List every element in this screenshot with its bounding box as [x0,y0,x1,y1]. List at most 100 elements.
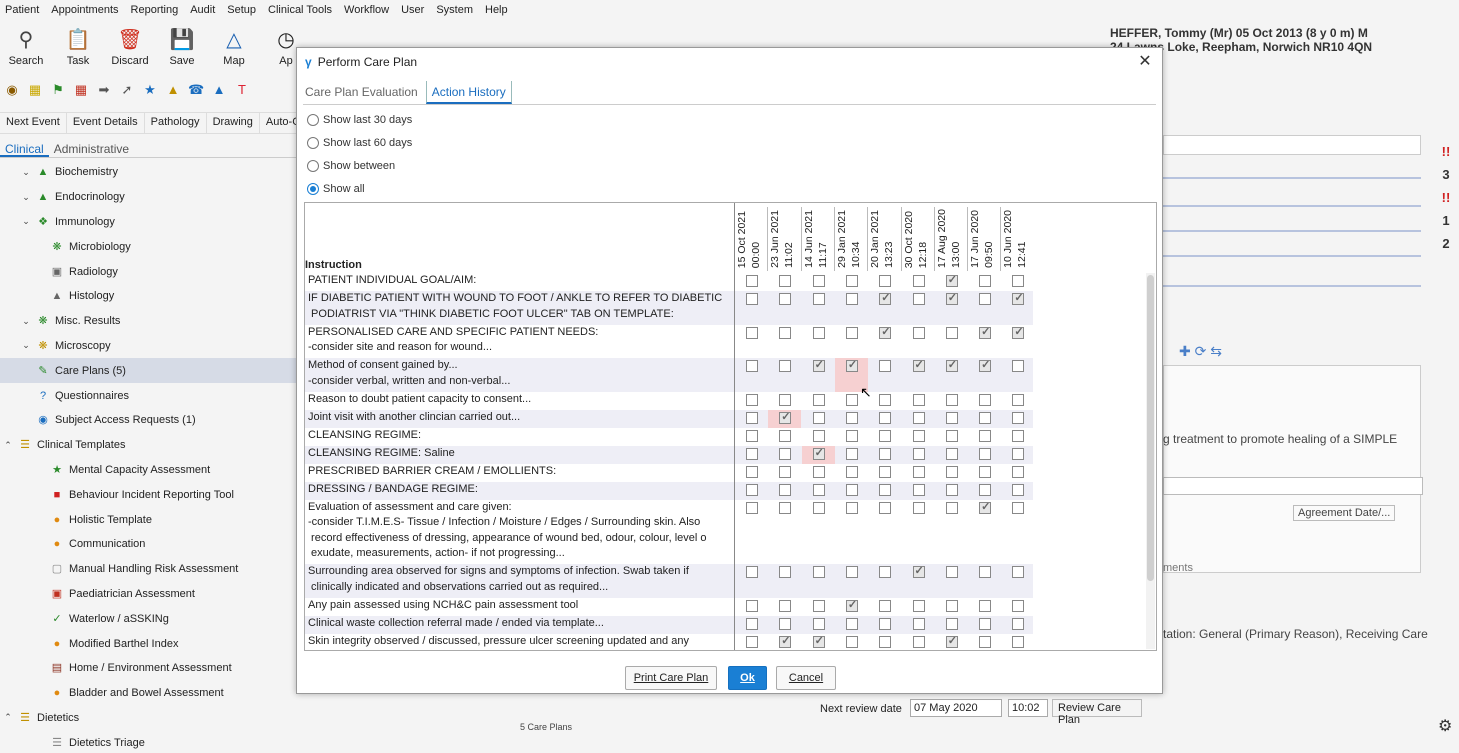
checkbox[interactable] [1012,411,1025,424]
checkbox[interactable] [812,275,825,287]
tool-icon[interactable]: ⚑ [50,82,66,98]
toolbar-button[interactable]: ⚲ Search [0,22,52,72]
tree-item[interactable]: ▣ Paediatrician Assessment [0,582,300,607]
tool-icon[interactable]: T [234,82,250,98]
checkbox[interactable] [812,326,825,339]
radio-button[interactable] [307,183,319,195]
tab-clinical[interactable]: Clinical [0,140,49,157]
checkbox[interactable] [912,393,925,406]
checkbox[interactable] [945,465,958,478]
tree-item[interactable]: ■ Behaviour Incident Reporting Tool [0,482,300,507]
checkbox[interactable] [1012,617,1025,630]
checkbox[interactable] [979,447,992,460]
toolbar-button[interactable]: 📋 Task [52,22,104,72]
tab-care-plan-evaluation[interactable]: Care Plan Evaluation [303,81,420,104]
checkbox[interactable] [746,501,758,514]
radio-show-last-60-days[interactable]: Show last 60 days [307,134,412,152]
checkbox[interactable] [1012,501,1025,514]
checkbox[interactable] [845,465,858,478]
checkbox[interactable] [1012,275,1025,287]
menu-item[interactable]: User [401,4,424,16]
tree-item[interactable]: ★ Mental Capacity Assessment [0,458,300,483]
expand-chevron-icon[interactable]: ⌃ [2,712,14,723]
checkbox[interactable] [845,566,858,578]
checkbox[interactable] [746,635,758,648]
checkbox[interactable] [1012,465,1025,478]
checkbox[interactable] [879,447,892,460]
expand-chevron-icon[interactable]: ⌄ [20,216,32,227]
checkbox[interactable] [879,275,892,287]
checkbox[interactable] [912,635,925,648]
checkbox[interactable] [746,411,758,424]
checkbox[interactable] [812,617,825,630]
checkbox[interactable] [746,293,758,305]
next-review-date-field[interactable]: 07 May 2020 [910,699,1002,717]
tree-item[interactable]: ● Holistic Template [0,507,300,532]
checkbox-checked[interactable] [812,358,825,374]
checkbox[interactable] [779,599,792,612]
checkbox-checked[interactable] [912,564,925,580]
radio-button[interactable] [307,160,319,172]
checkbox-checked[interactable] [979,325,992,340]
checkbox[interactable] [979,599,992,612]
checkbox[interactable] [845,393,858,406]
menu-item[interactable]: Appointments [51,4,118,16]
checkbox[interactable] [879,566,892,578]
checkbox[interactable] [845,429,858,442]
settings-gear-icon[interactable]: ⚙ [1438,716,1452,736]
expand-chevron-icon[interactable]: ⌃ [2,440,14,451]
checkbox[interactable] [812,599,825,612]
date-column-header[interactable]: 17 Jun 2020 09:50 [967,207,1000,271]
checkbox[interactable] [879,393,892,406]
tree-item[interactable]: ✎ Care Plans (5) [0,358,300,384]
tree-item[interactable]: ? Questionnaires [0,383,300,408]
tab-action-history[interactable]: Action History [425,81,512,104]
tree-item[interactable]: ✓ Waterlow / aSSKINg [0,606,300,631]
tree-item[interactable]: ⌄ ❋ Misc. Results [0,309,300,334]
checkbox[interactable] [1012,393,1025,406]
checkbox[interactable] [879,360,892,372]
toolbar-button[interactable]: △ Map [208,22,260,72]
tree-item[interactable]: ● Communication [0,532,300,557]
checkbox[interactable] [945,411,958,424]
event-tab[interactable]: Drawing [207,113,260,133]
checkbox[interactable] [746,566,758,578]
toolbar-button[interactable]: 💾 Save [156,22,208,72]
event-tab[interactable]: Pathology [145,113,207,133]
checkbox[interactable] [1012,360,1025,372]
checkbox-checked[interactable] [1012,325,1025,340]
checkbox[interactable] [779,360,792,372]
date-column-header[interactable]: 15 Oct 2021 00:00 [734,207,767,271]
tree-item[interactable]: ▢ Manual Handling Risk Assessment [0,557,300,582]
next-review-time-field[interactable]: 10:02 [1008,699,1048,717]
checkbox[interactable] [979,483,992,496]
tool-icon[interactable]: ➚ [119,82,135,98]
checkbox[interactable] [879,465,892,478]
agreement-date-column[interactable]: Agreement Date/... [1293,505,1396,521]
checkbox[interactable] [912,501,925,514]
checkbox[interactable] [945,566,958,578]
menu-item[interactable]: Reporting [131,4,179,16]
checkbox[interactable] [779,393,792,406]
checkbox[interactable] [779,501,792,514]
alert-icon[interactable]: 3 [1437,163,1455,186]
checkbox[interactable] [879,429,892,442]
tree-item[interactable]: ⌄ ❖ Immunology [0,210,300,235]
checkbox[interactable] [845,447,858,460]
checkbox[interactable] [746,429,758,442]
checkbox[interactable] [746,599,758,612]
checkbox-checked[interactable] [812,634,825,649]
checkbox[interactable] [812,293,825,305]
checkbox[interactable] [845,483,858,496]
tree-item[interactable]: ● Bladder and Bowel Assessment [0,681,300,706]
checkbox[interactable] [746,275,758,287]
checkbox[interactable] [779,566,792,578]
checkbox-checked[interactable] [979,500,992,515]
checkbox[interactable] [812,429,825,442]
tab-administrative[interactable]: Administrative [49,140,134,157]
checkbox-checked[interactable] [845,358,858,374]
date-column-header[interactable]: 14 Jun 2021 11:17 [800,207,834,271]
checkbox[interactable] [779,326,792,339]
checkbox[interactable] [812,411,825,424]
tool-icon[interactable]: ▲ [165,82,181,98]
